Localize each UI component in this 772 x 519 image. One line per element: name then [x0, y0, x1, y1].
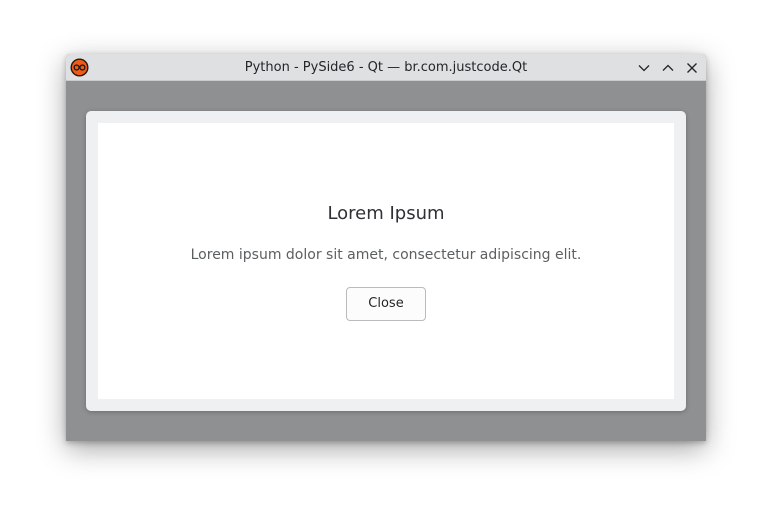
window-content: Lorem Ipsum Lorem ipsum dolor sit amet, … [66, 81, 706, 441]
maximize-icon [662, 64, 674, 71]
minimize-icon [638, 65, 650, 72]
close-icon [687, 63, 697, 73]
window-title: Python - PySide6 - Qt — br.com.justcode.… [244, 60, 528, 75]
minimize-button[interactable] [634, 58, 654, 78]
dialog-message: Lorem ipsum dolor sit amet, consectetur … [190, 247, 582, 263]
dialog-body: Lorem Ipsum Lorem ipsum dolor sit amet, … [98, 123, 674, 399]
close-window-button[interactable] [682, 58, 702, 78]
title-bar[interactable]: Python - PySide6 - Qt — br.com.justcode.… [66, 54, 706, 81]
close-button[interactable]: Close [346, 287, 426, 321]
dialog-card: Lorem Ipsum Lorem ipsum dolor sit amet, … [86, 111, 686, 411]
maximize-button[interactable] [658, 58, 678, 78]
dialog-title: Lorem Ipsum [327, 203, 445, 224]
app-window: Python - PySide6 - Qt — br.com.justcode.… [66, 54, 706, 441]
